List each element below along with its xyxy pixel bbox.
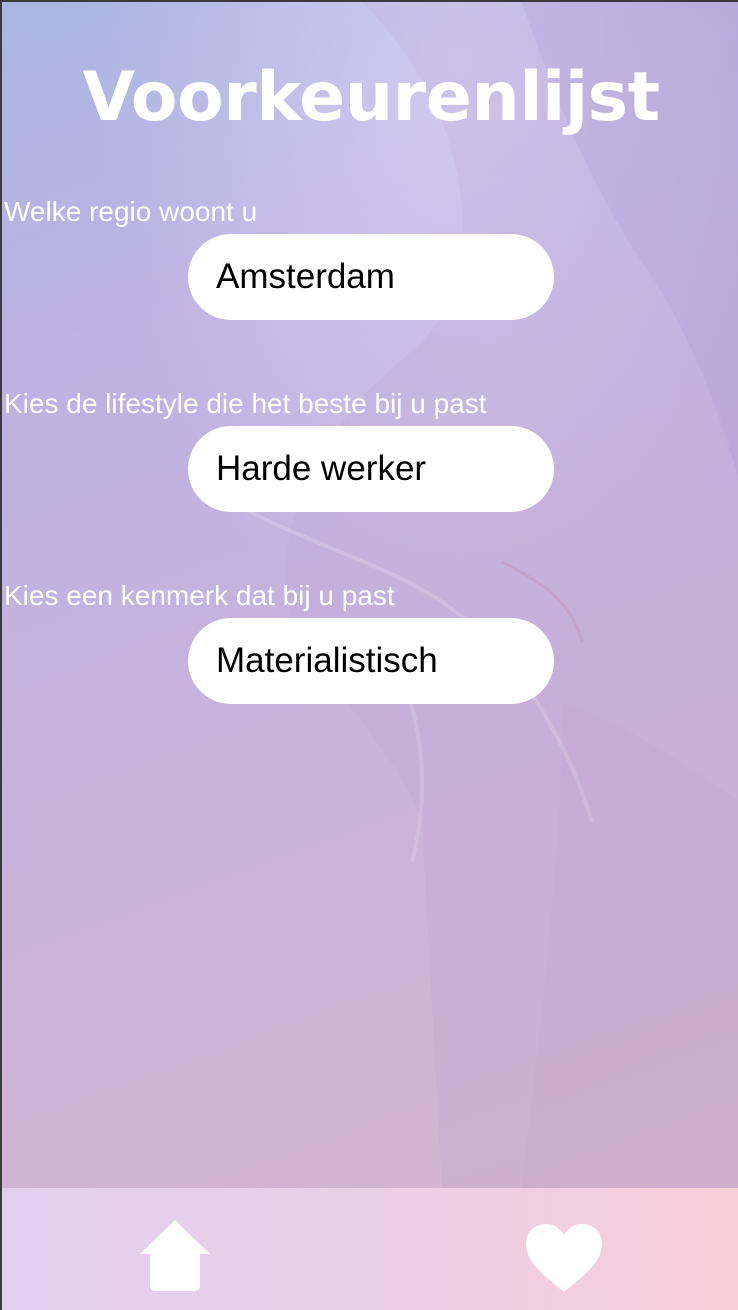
- lifestyle-question-label: Kies de lifestyle die het beste bij u pa…: [4, 388, 487, 419]
- region-select[interactable]: Amsterdam: [188, 234, 554, 320]
- trait-select-value: Materialistisch: [216, 641, 438, 680]
- bottom-nav: [2, 1188, 738, 1310]
- page-title: Voorkeurenlijst: [82, 58, 660, 137]
- trait-select[interactable]: Materialistisch: [188, 618, 554, 704]
- lifestyle-select[interactable]: Harde werker: [188, 426, 554, 512]
- region-question-label: Welke regio woont u: [4, 196, 258, 227]
- home-nav-button[interactable]: [138, 1218, 212, 1292]
- home-icon: [140, 1220, 210, 1291]
- region-select-value: Amsterdam: [216, 257, 395, 296]
- favorites-nav-button[interactable]: [524, 1222, 604, 1294]
- lifestyle-select-value: Harde werker: [216, 449, 427, 488]
- trait-question-label: Kies een kenmerk dat bij u past: [4, 580, 395, 611]
- app-screen: Voorkeurenlijst Welke regio woont u Amst…: [0, 0, 738, 1310]
- heart-icon: [526, 1224, 602, 1292]
